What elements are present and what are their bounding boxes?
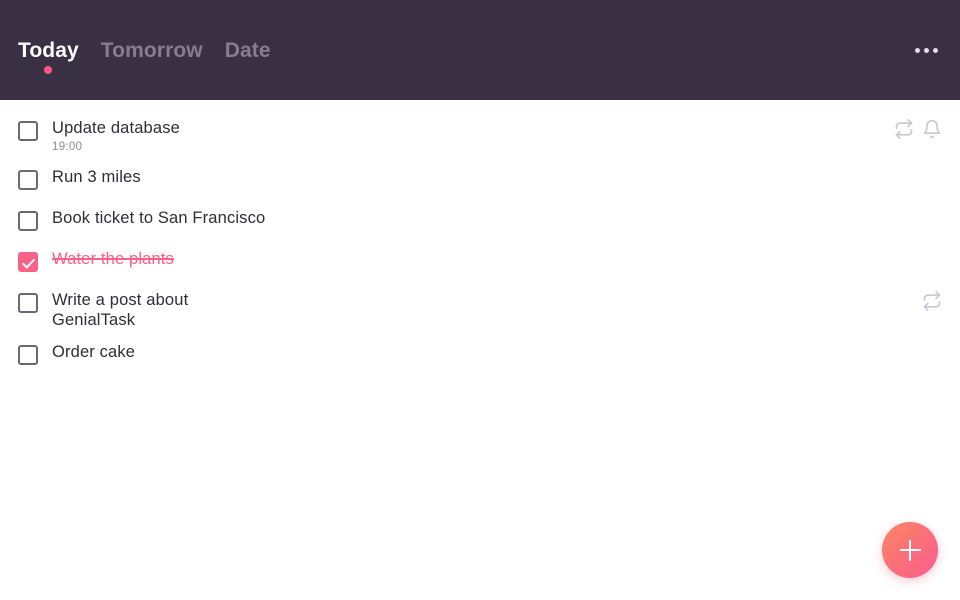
task-checkbox[interactable]	[18, 252, 38, 272]
task-title: Water the plants	[52, 249, 382, 269]
task-list: Update database 19:00 R	[0, 100, 960, 375]
tab-date-label: Date	[225, 39, 271, 62]
task-row[interactable]: Order cake	[0, 334, 960, 375]
task-title: Update database	[52, 118, 382, 138]
tab-today-label: Today	[18, 39, 79, 62]
task-body: Update database 19:00	[38, 110, 884, 159]
task-row[interactable]: Write a post about GenialTask	[0, 282, 960, 334]
task-body: Write a post about GenialTask	[38, 282, 912, 334]
task-checkbox[interactable]	[18, 211, 38, 231]
task-icon-group	[884, 119, 942, 139]
bell-icon[interactable]	[922, 119, 942, 139]
task-body: Water the plants	[38, 241, 932, 273]
tab-tomorrow[interactable]: Tomorrow	[101, 38, 203, 78]
add-task-button[interactable]: Add task	[882, 522, 938, 578]
plus-icon-vertical	[909, 540, 911, 561]
tab-today[interactable]: Today	[18, 38, 79, 78]
task-checkbox[interactable]	[18, 121, 38, 141]
task-row[interactable]: Water the plants	[0, 241, 960, 282]
task-body: Book ticket to San Francisco	[38, 200, 932, 232]
task-title: Order cake	[52, 342, 382, 362]
task-icon-group	[912, 291, 942, 311]
task-title: Write a post about GenialTask	[52, 290, 212, 330]
repeat-icon[interactable]	[922, 291, 942, 311]
tab-tomorrow-label: Tomorrow	[101, 39, 203, 62]
tab-date[interactable]: Date	[225, 38, 271, 78]
task-row[interactable]: Run 3 miles	[0, 159, 960, 200]
task-title: Book ticket to San Francisco	[52, 208, 382, 228]
menu-dot-3	[933, 48, 938, 53]
task-checkbox[interactable]	[18, 345, 38, 365]
task-row[interactable]: Book ticket to San Francisco	[0, 200, 960, 241]
active-tab-indicator-dot	[44, 66, 52, 74]
task-body: Run 3 miles	[38, 159, 932, 191]
repeat-icon[interactable]	[894, 119, 914, 139]
task-title: Run 3 miles	[52, 167, 382, 187]
menu-dot-1	[915, 48, 920, 53]
task-checkbox[interactable]	[18, 293, 38, 313]
app-header: Today Tomorrow Date	[0, 0, 960, 100]
tab-bar: Today Tomorrow Date	[18, 38, 271, 78]
task-row[interactable]: Update database 19:00	[0, 110, 960, 159]
more-horizontal-icon[interactable]	[911, 42, 942, 59]
menu-dot-2	[924, 48, 929, 53]
task-time: 19:00	[52, 140, 884, 155]
task-checkbox[interactable]	[18, 170, 38, 190]
task-body: Order cake	[38, 334, 932, 366]
